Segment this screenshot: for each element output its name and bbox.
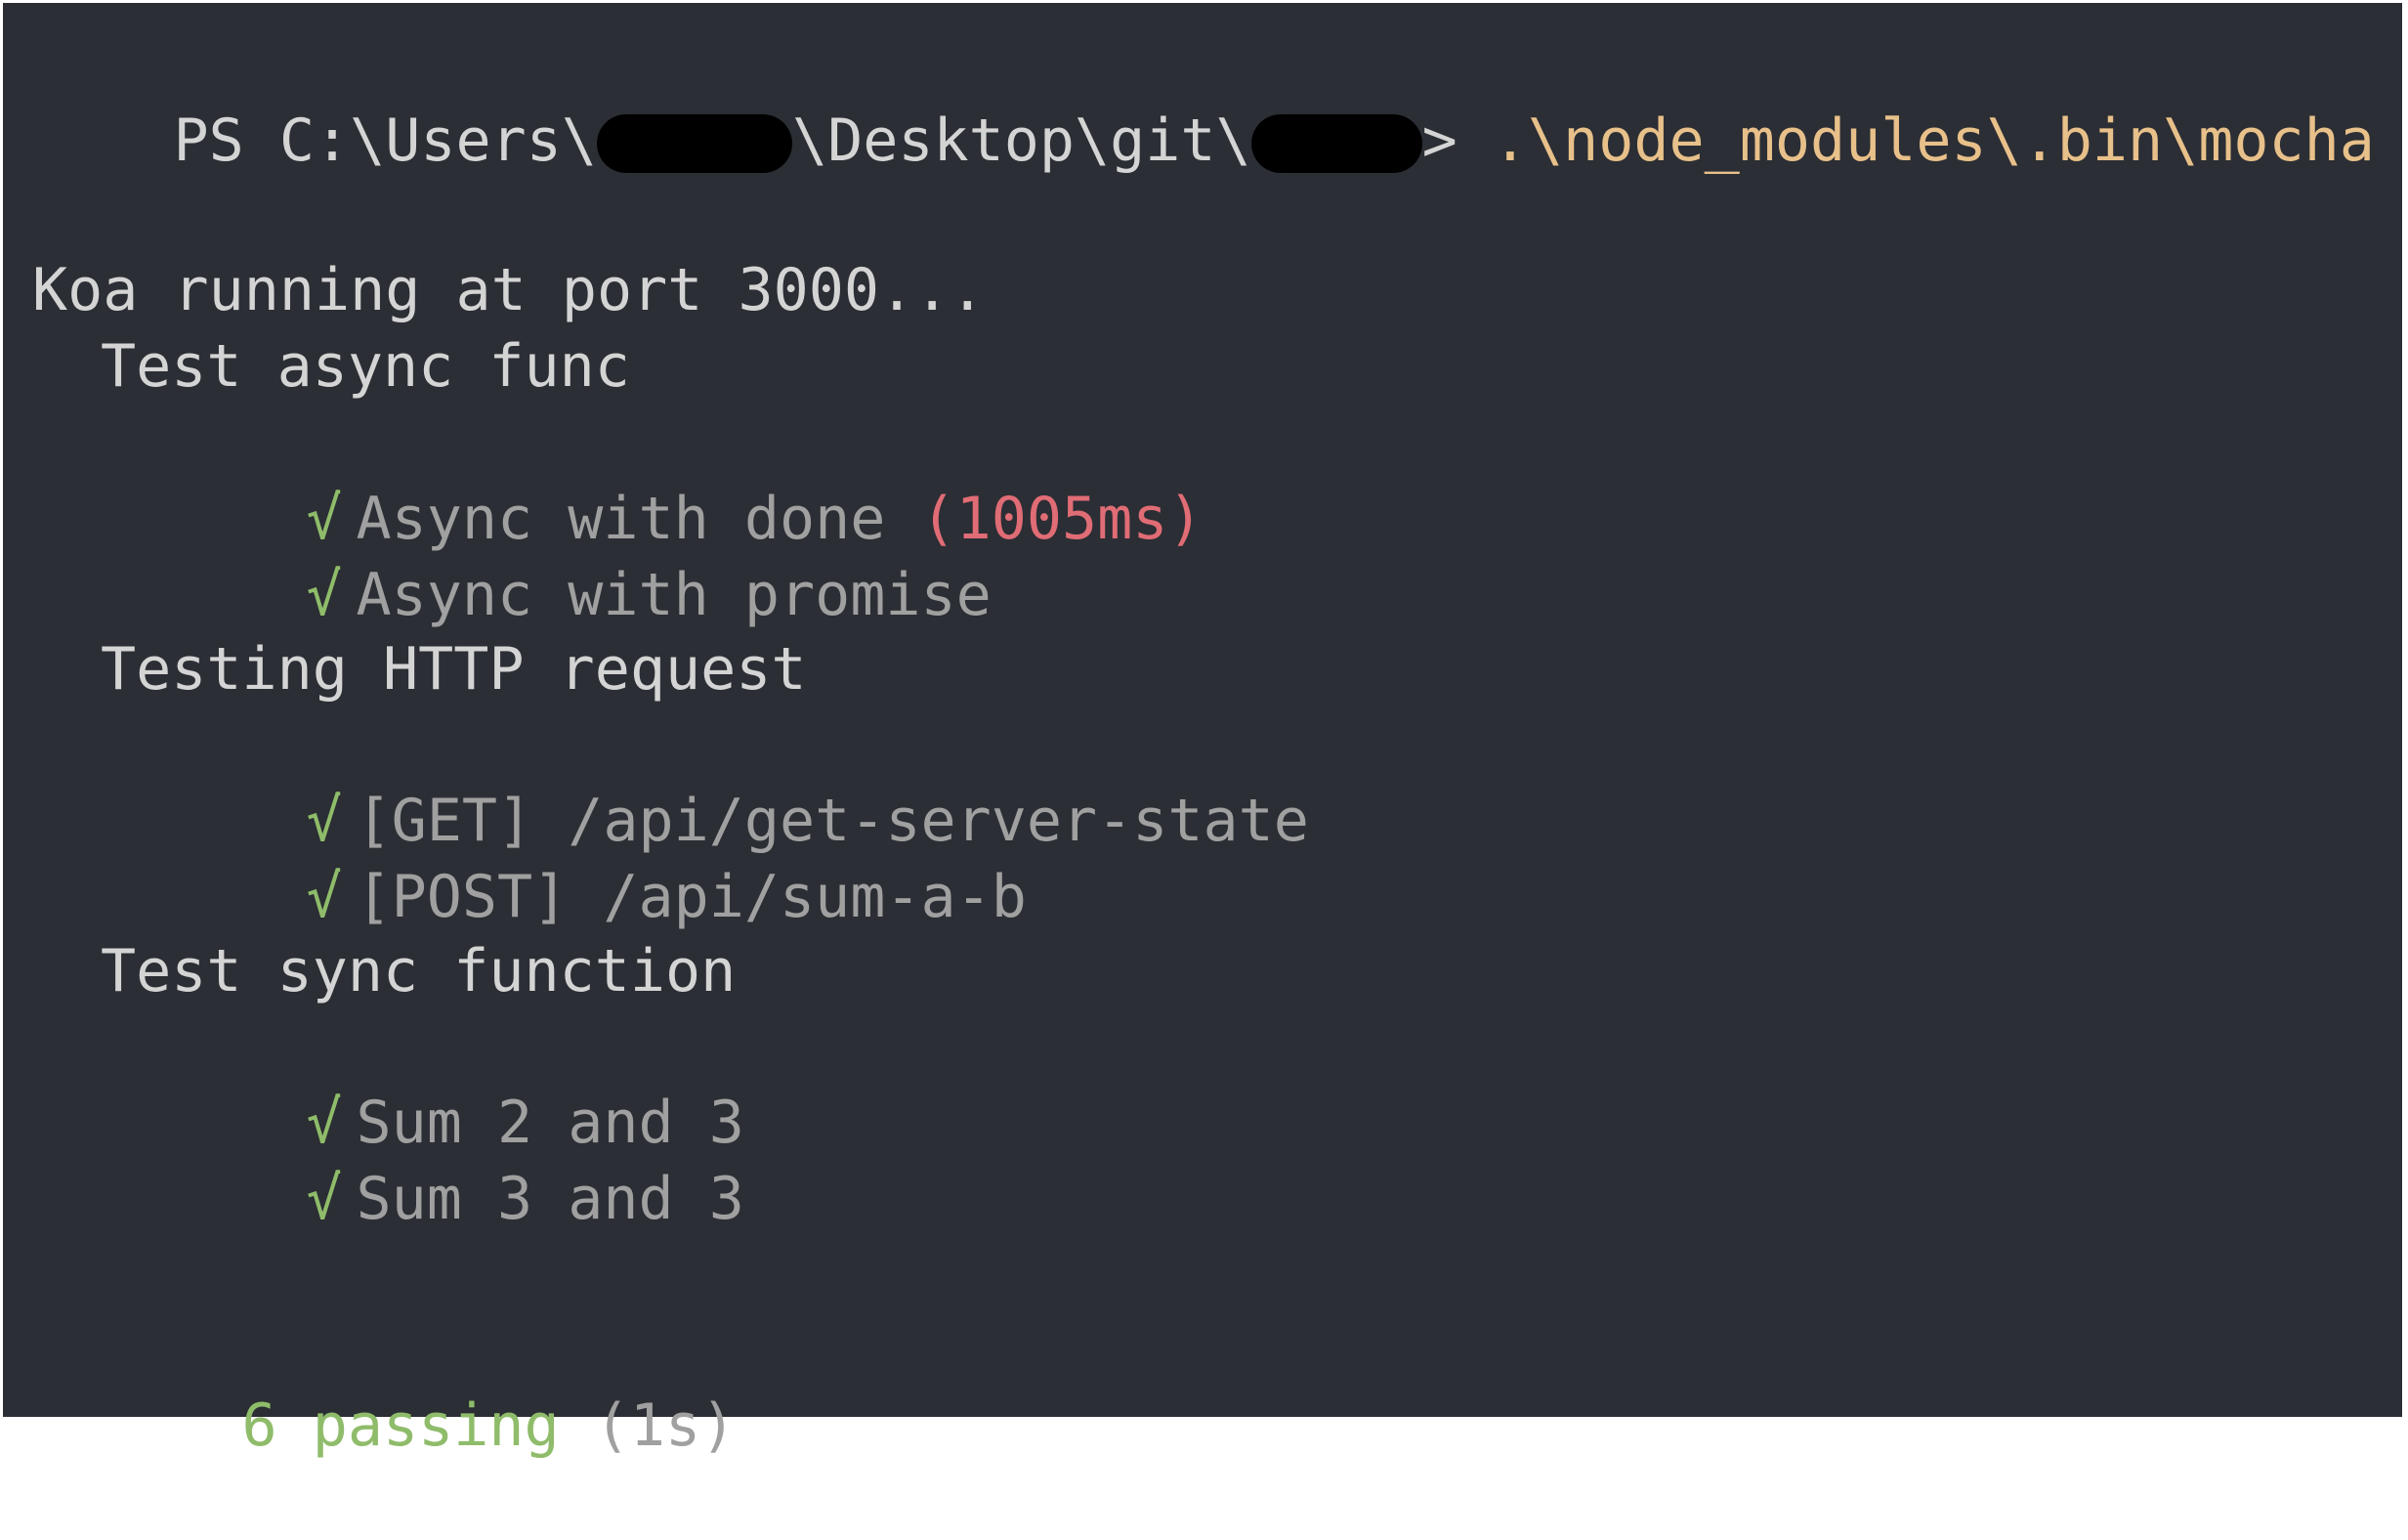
redacted-repo [1250,114,1422,174]
server-message: Koa running at port 3000... [32,256,986,324]
test-row: √ Sum 3 and 3 [165,1085,744,1233]
prompt-line: PS C:\Users\ \Desktop\git\ > .\node_module… [32,26,2375,175]
test-row: √ [POST] /api/sum-a-b [165,783,1027,931]
total-time: (1s) [594,1391,737,1460]
suite-title: Test async func [101,332,630,401]
test-row: √ Sum 2 and 3 [165,1008,744,1157]
prompt-arrow: > [1421,107,1457,175]
test-row: √ [GET] /api/get-server-state [165,706,1309,855]
check-icon: √ [306,863,342,931]
test-name: Sum 3 and 3 [356,1165,744,1233]
prompt-prefix: PS C:\Users\ [173,107,597,175]
prompt-path: \Desktop\git\ [791,107,1251,175]
summary-line: 6 passing (1s) [101,1311,737,1460]
suite-title: Testing HTTP request [101,635,807,704]
test-row: √ Async with done (1005ms) [165,405,1204,553]
terminal-window[interactable]: PS C:\Users\ \Desktop\git\ > .\node_module… [3,3,2402,1460]
check-icon: √ [306,1165,342,1233]
redacted-username [596,114,792,174]
check-icon: √ [306,561,342,629]
suite-title: Test sync function [101,937,737,1005]
test-name: Async with promise [356,561,992,629]
test-name: [POST] /api/sum-a-b [356,863,1027,931]
command-text: .\node_modules\.bin\mocha [1457,107,2375,175]
test-row: √ Async with promise [165,481,992,629]
passing-count: 6 passing [241,1391,560,1460]
